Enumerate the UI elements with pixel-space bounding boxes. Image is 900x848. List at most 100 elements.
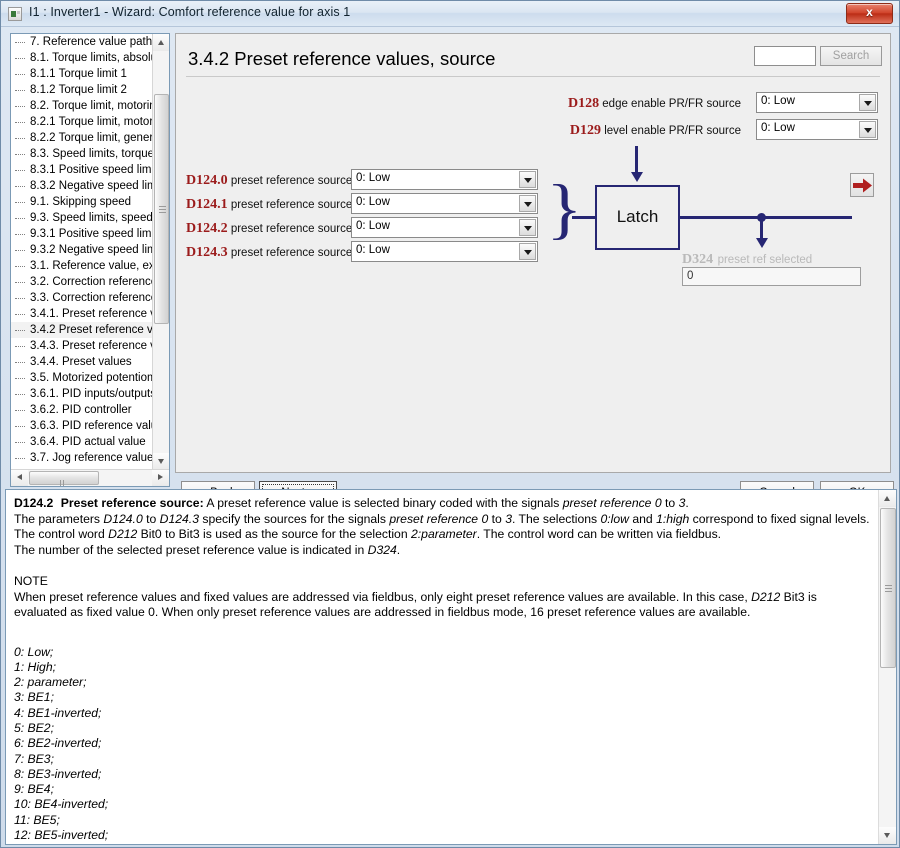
tree-item-5[interactable]: 8.2.1 Torque limit, motorin [11, 114, 153, 130]
arrow-down-icon [631, 172, 643, 182]
param-label-group: D124.0 preset reference source [186, 171, 352, 189]
param-label-group: D124.2 preset reference source [186, 219, 352, 237]
signal-output-button[interactable] [850, 173, 874, 197]
tree-scroll-thumb[interactable] [154, 94, 169, 324]
tree-item-16[interactable]: 3.3. Correction reference [11, 290, 153, 306]
tree-item-12[interactable]: 9.3.1 Positive speed limits [11, 226, 153, 242]
help-p2-i8: 2:parameter [411, 527, 477, 541]
scroll-down-icon[interactable] [879, 827, 896, 844]
tree-viewport: 7. Reference value path 8.1. Torque limit… [11, 34, 153, 470]
tree-item-1[interactable]: 8.1. Torque limits, absolut [11, 50, 153, 66]
tree-item-8[interactable]: 8.3.1 Positive speed limit [11, 162, 153, 178]
tree-vertical-scrollbar[interactable] [152, 34, 169, 470]
tree-item-26[interactable]: 3.7. Jog reference value [11, 450, 153, 466]
tree-item-20[interactable]: 3.4.4. Preset values [11, 354, 153, 370]
help-p2-a: The parameters [14, 511, 104, 526]
tree-item-23[interactable]: 3.6.2. PID controller [11, 402, 153, 418]
scroll-up-icon[interactable] [153, 34, 169, 51]
help-vertical-scrollbar[interactable] [878, 490, 896, 844]
chevron-down-icon[interactable] [519, 195, 536, 212]
tree-item-13[interactable]: 9.3.2 Negative speed limi [11, 242, 153, 258]
scroll-left-icon[interactable] [11, 470, 28, 486]
tree-item-11[interactable]: 9.3. Speed limits, speed c [11, 210, 153, 226]
tree-item-10[interactable]: 9.1. Skipping speed [11, 194, 153, 210]
tree-item-label: 8.1. Torque limits, absolut [30, 52, 153, 64]
chevron-down-icon[interactable] [519, 219, 536, 236]
param-label: preset reference source [227, 247, 353, 259]
param-select-D124.0[interactable]: 0: Low [351, 169, 538, 190]
tree-item-19[interactable]: 3.4.3. Preset reference va [11, 338, 153, 354]
tree-horizontal-scrollbar[interactable] [11, 469, 169, 486]
tree-item-22[interactable]: 3.6.1. PID inputs/outputs [11, 386, 153, 402]
selection-option-8: 8: BE3-inverted; [14, 766, 102, 781]
help-p2-c: specify the sources for the signals [198, 511, 390, 526]
tree-item-15[interactable]: 3.2. Correction reference [11, 274, 153, 290]
tree-item-21[interactable]: 3.5. Motorized potentiome [11, 370, 153, 386]
input-brace-icon: } [546, 170, 583, 246]
help-scroll-thumb[interactable] [880, 508, 896, 668]
tree-item-24[interactable]: 3.6.3. PID reference valu [11, 418, 153, 434]
tree-item-14[interactable]: 3.1. Reference value, ext [11, 258, 153, 274]
close-icon: x [866, 5, 873, 19]
param-select-D124.3[interactable]: 0: Low [351, 241, 538, 262]
help-p2-i6: 1:high [656, 511, 690, 526]
tree-item-7[interactable]: 8.3. Speed limits, torque c [11, 146, 153, 162]
navigation-tree[interactable]: 7. Reference value path 8.1. Torque limit… [10, 33, 170, 487]
help-p2-i3: preset reference 0 [389, 511, 489, 526]
tree-item-label: 8.3.2 Negative speed limi [30, 180, 153, 192]
red-arrow-icon [853, 178, 872, 193]
tree-item-25[interactable]: 3.6.4. PID actual value [11, 434, 153, 450]
scroll-right-icon[interactable] [152, 470, 169, 486]
selection-option-11: 11: BE5; [14, 812, 60, 827]
help-heading-title: Preset reference source: [60, 496, 204, 510]
param-select-D124.2[interactable]: 0: Low [351, 217, 538, 238]
help-p3-a: The number of the selected preset refere… [14, 542, 368, 557]
help-p2-d: to [488, 511, 506, 526]
help-note-title: NOTE [14, 574, 48, 588]
scroll-down-icon[interactable] [153, 453, 169, 470]
tree-item-label: 8.3.1 Positive speed limit [30, 164, 153, 176]
tree-item-label: 3.6.3. PID reference valu [30, 420, 153, 432]
help-note-a: When preset reference values and fixed v… [14, 589, 752, 604]
selection-option-1: 1: High; [14, 659, 57, 674]
param-label: edge enable PR/FR source [599, 98, 741, 110]
tree-item-label: 3.5. Motorized potentiome [30, 372, 153, 384]
tree-item-4[interactable]: 8.2. Torque limit, motoring [11, 98, 153, 114]
param-value: 0: Low [356, 196, 390, 208]
tree-item-0[interactable]: 7. Reference value path [11, 34, 153, 50]
tree-item-label: 3.4.4. Preset values [30, 356, 132, 368]
tree-item-3[interactable]: 8.1.2 Torque limit 2 [11, 82, 153, 98]
grip-icon [60, 475, 68, 486]
chevron-down-icon[interactable] [519, 243, 536, 260]
close-button[interactable]: x [846, 3, 893, 24]
tree-item-17[interactable]: 3.4.1. Preset reference va [11, 306, 153, 322]
tree-item-9[interactable]: 8.3.2 Negative speed limi [11, 178, 153, 194]
tree-item-2[interactable]: 8.1.1 Torque limit 1 [11, 66, 153, 82]
param-label: preset reference source [227, 175, 353, 187]
param-select-D124.1[interactable]: 0: Low [351, 193, 538, 214]
selection-option-6: 6: BE2-inverted; [14, 736, 102, 751]
page-title: 3.4.2 Preset reference values, source [188, 48, 496, 69]
search-input[interactable] [754, 46, 816, 66]
search-button[interactable]: Search [820, 46, 882, 66]
output-param-label: D324 preset ref selected [682, 250, 812, 268]
scroll-up-icon[interactable] [879, 490, 896, 507]
param-select-D129[interactable]: 0: Low [756, 119, 878, 140]
tree-item-6[interactable]: 8.2.2 Torque limit, genera [11, 130, 153, 146]
tree-item-label: 9.3. Speed limits, speed c [30, 212, 153, 224]
tree-item-18[interactable]: 3.4.2 Preset reference va [11, 322, 153, 338]
param-select-D128[interactable]: 0: Low [756, 92, 878, 113]
output-branch-wire [760, 218, 763, 240]
output-param-code: D324 [682, 252, 714, 267]
tree-hscroll-thumb[interactable] [29, 471, 99, 486]
chevron-down-icon[interactable] [859, 94, 876, 111]
arrow-down-icon [756, 238, 768, 248]
tree-item-label: 3.6.1. PID inputs/outputs [30, 388, 153, 400]
help-text: D124.2 Preset reference source: A preset… [6, 490, 878, 844]
tree-item-label: 3.4.2 Preset reference va [30, 324, 153, 336]
selection-option-2: 2: parameter; [14, 675, 87, 690]
param-label: preset reference source [227, 223, 353, 235]
chevron-down-icon[interactable] [859, 121, 876, 138]
chevron-down-icon[interactable] [519, 171, 536, 188]
